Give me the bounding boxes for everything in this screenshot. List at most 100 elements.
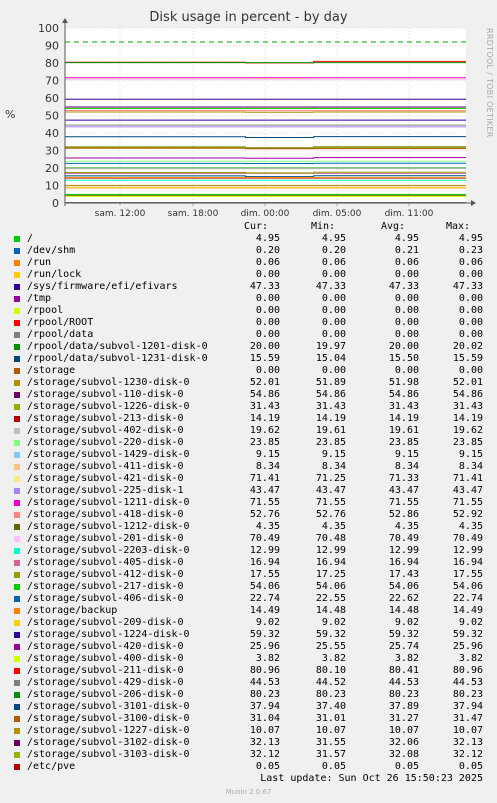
legend-min-value: 14.48 (315, 605, 346, 616)
legend-cur-value: 80.96 (249, 665, 280, 676)
legend-min-value: 54.06 (315, 581, 346, 592)
legend-row: /storage/subvol-1211-disk-0 71.55 71.55 71.… (12, 497, 492, 509)
x-tick-label: dim. 00:00 (241, 209, 290, 219)
legend-swatch (14, 608, 20, 614)
legend-series-name: /rpool/ROOT (27, 317, 94, 328)
legend-avg-value: 80.41 (388, 665, 419, 676)
legend-series-name: /storage/subvol-1211-disk-0 (27, 497, 190, 508)
legend-cur-value: 59.32 (249, 629, 280, 640)
legend-min-value: 52.76 (315, 509, 346, 520)
legend-min-value: 31.43 (315, 401, 346, 412)
legend-cur-value: 8.34 (255, 461, 280, 472)
legend-cur-value: 25.96 (249, 641, 280, 652)
legend-swatch (14, 380, 20, 386)
legend-swatch (14, 356, 20, 362)
legend-cur-value: 47.33 (249, 281, 280, 292)
legend-cur-value: 0.00 (255, 329, 280, 340)
y-tick-label: 100 (38, 22, 59, 35)
legend-max-value: 32.13 (452, 737, 483, 748)
legend-row: /storage/subvol-1227-disk-0 10.07 10.07 10.… (12, 725, 492, 737)
legend-min-value: 0.00 (321, 293, 346, 304)
legend-swatch (14, 536, 20, 542)
y-tick-label: 60 (45, 92, 59, 105)
legend-cur-value: 71.55 (249, 497, 280, 508)
legend-cur-value: 0.05 (255, 761, 280, 772)
legend-row: / 4.95 4.95 4.95 4.95 (12, 233, 492, 245)
legend-avg-value: 9.15 (394, 449, 419, 460)
legend-swatch (14, 512, 20, 518)
legend-row: /rpool 0.00 0.00 0.00 0.00 (12, 305, 492, 317)
legend-min-value: 71.55 (315, 497, 346, 508)
x-tick-label: sam. 12:00 (95, 209, 146, 219)
legend-max-value: 22.74 (452, 593, 483, 604)
legend-min-value: 0.20 (321, 245, 346, 256)
legend-avg-value: 31.27 (388, 713, 419, 724)
legend-row: /storage/subvol-405-disk-0 16.94 16.94 16.9… (12, 557, 492, 569)
legend-min-value: 31.01 (315, 713, 346, 724)
legend-avg-value: 12.99 (388, 545, 419, 556)
legend-swatch (14, 488, 20, 494)
legend-swatch (14, 740, 20, 746)
legend-min-value: 19.97 (315, 341, 346, 352)
legend-max-value: 52.01 (452, 377, 483, 388)
legend-min-value: 9.15 (321, 449, 346, 460)
legend-cur-value: 23.85 (249, 437, 280, 448)
legend-swatch (14, 464, 20, 470)
legend-cur-value: 0.00 (255, 365, 280, 376)
legend-max-value: 71.55 (452, 497, 483, 508)
legend-cur-value: 0.20 (255, 245, 280, 256)
x-tick-label: dim. 11:00 (385, 209, 434, 219)
legend-row: /storage/subvol-206-disk-0 80.23 80.23 80.2… (12, 689, 492, 701)
legend-swatch (14, 644, 20, 650)
legend-series-name: /storage/subvol-405-disk-0 (27, 557, 184, 568)
legend-series-name: /storage/subvol-1224-disk-0 (27, 629, 190, 640)
legend-avg-value: 9.02 (394, 617, 419, 628)
legend-cur-value: 31.43 (249, 401, 280, 412)
legend-series-name: /storage/subvol-3100-disk-0 (27, 713, 190, 724)
legend-series-name: /storage/subvol-1226-disk-0 (27, 401, 190, 412)
legend-min-value: 31.57 (315, 749, 346, 760)
legend-avg-value: 4.35 (394, 521, 419, 532)
y-tick-label: 10 (45, 180, 59, 193)
legend-series-name: /storage/subvol-429-disk-0 (27, 677, 184, 688)
legend-min-value: 0.05 (321, 761, 346, 772)
legend-cur-value: 54.06 (249, 581, 280, 592)
legend-avg-value: 54.06 (388, 581, 419, 592)
x-tick-label: dim. 05:00 (313, 209, 362, 219)
legend-avg-value: 23.85 (388, 437, 419, 448)
legend-swatch (14, 632, 20, 638)
legend-max-value: 8.34 (458, 461, 483, 472)
legend-max-value: 71.41 (452, 473, 483, 484)
legend-min-value: 22.55 (315, 593, 346, 604)
legend-row: /storage/subvol-1429-disk-0 9.15 9.15 9.15 9… (12, 449, 492, 461)
legend-min-value: 47.33 (315, 281, 346, 292)
legend-cur-value: 4.35 (255, 521, 280, 532)
legend-swatch (14, 272, 20, 278)
legend-row: /storage/subvol-1224-disk-0 59.32 59.32 59.… (12, 629, 492, 641)
column-header-max: Max: (446, 221, 471, 232)
legend-row: /run/lock 0.00 0.00 0.00 0.00 (12, 269, 492, 281)
legend-row: /storage/subvol-3103-disk-0 32.12 31.57 32.… (12, 749, 492, 761)
legend-row: /storage/subvol-217-disk-0 54.06 54.06 54.0… (12, 581, 492, 593)
legend-min-value: 10.07 (315, 725, 346, 736)
legend-avg-value: 0.05 (394, 761, 419, 772)
legend-max-value: 3.82 (458, 653, 483, 664)
legend-series-name: /storage/subvol-220-disk-0 (27, 437, 184, 448)
legend-avg-value: 47.33 (388, 281, 419, 292)
legend-avg-value: 71.55 (388, 497, 419, 508)
legend-min-value: 80.10 (315, 665, 346, 676)
legend-row: /storage/subvol-3101-disk-0 37.94 37.40 37.… (12, 701, 492, 713)
legend-series-name: /sys/firmware/efi/efivars (27, 281, 178, 292)
legend-avg-value: 16.94 (388, 557, 419, 568)
legend-series-name: /storage/subvol-3101-disk-0 (27, 701, 190, 712)
legend-series-name: /rpool (27, 305, 64, 316)
legend-max-value: 31.43 (452, 401, 483, 412)
legend-swatch (14, 284, 20, 290)
legend-row: /sys/firmware/efi/efivars 47.33 47.33 47.33… (12, 281, 492, 293)
legend-cur-value: 0.00 (255, 317, 280, 328)
legend-min-value: 14.19 (315, 413, 346, 424)
legend-series-name: /storage/subvol-411-disk-0 (27, 461, 184, 472)
legend-cur-value: 17.55 (249, 569, 280, 580)
legend-row: /dev/shm 0.20 0.20 0.21 0.23 (12, 245, 492, 257)
legend-swatch (14, 548, 20, 554)
